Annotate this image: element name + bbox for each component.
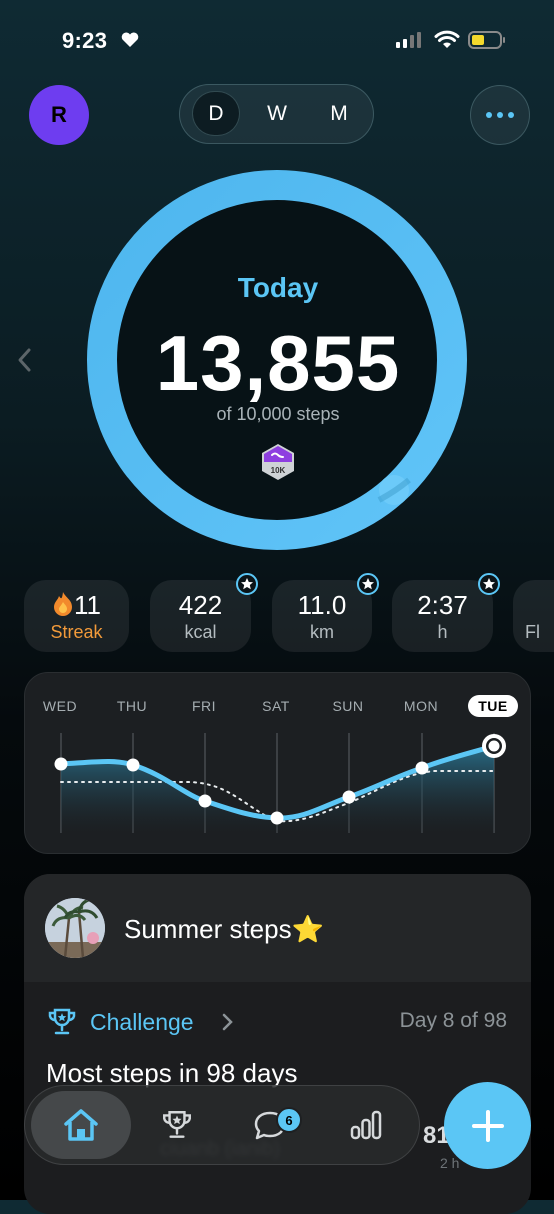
challenge-link[interactable]: Challenge	[90, 1009, 194, 1036]
point-wed	[54, 757, 68, 771]
duration-label: h	[437, 622, 448, 642]
chevron-right-icon	[222, 1013, 233, 1031]
streak-pill[interactable]: 11 Streak	[24, 580, 129, 652]
goal-badge-icon[interactable]: 10K	[258, 442, 298, 482]
point-sun	[342, 790, 356, 804]
day-label-thu[interactable]: THU	[107, 698, 157, 714]
day-label-wed[interactable]: WED	[35, 698, 85, 714]
day-label-tue[interactable]: TUE	[468, 695, 518, 717]
plus-icon	[471, 1109, 504, 1142]
participant-sub-partial: 2 h	[440, 1155, 460, 1171]
step-count: 13,855	[155, 319, 401, 407]
distance-label: km	[310, 622, 334, 642]
bar-chart-icon	[350, 1110, 382, 1140]
period-month-button[interactable]: M	[315, 91, 363, 136]
nav-stats-button[interactable]	[321, 1086, 411, 1164]
heart-icon	[121, 32, 139, 47]
point-mon	[415, 761, 429, 775]
battery-icon	[468, 31, 505, 49]
challenge-group-title: Summer steps⭐	[124, 914, 324, 944]
period-day-button[interactable]: D	[192, 91, 240, 136]
badge-label: 10K	[271, 466, 286, 475]
trophy-icon	[48, 1008, 76, 1035]
period-week-button[interactable]: W	[253, 91, 301, 136]
signal-icon	[396, 32, 421, 48]
challenge-card-header[interactable]: Summer steps⭐	[24, 874, 531, 982]
star-badge-icon	[478, 573, 500, 595]
nav-home-button[interactable]	[31, 1086, 131, 1164]
day-label-mon[interactable]: MON	[396, 698, 446, 714]
wifi-icon	[434, 30, 460, 48]
day-label-fri[interactable]: FRI	[179, 698, 229, 714]
nav-messages-button[interactable]	[225, 1086, 315, 1164]
home-icon	[64, 1109, 98, 1141]
period-label: Today	[237, 272, 319, 303]
star-badge-icon	[236, 573, 258, 595]
status-time: 9:23	[62, 28, 108, 53]
step-goal: of 10,000 steps	[216, 404, 340, 424]
streak-value: 11	[24, 590, 129, 621]
trophy-icon	[163, 1111, 191, 1138]
profile-avatar[interactable]: R	[29, 85, 89, 145]
point-fri	[198, 794, 212, 808]
star-badge-icon	[357, 573, 379, 595]
avatar-initial: R	[51, 102, 67, 127]
day-label-sun[interactable]: SUN	[323, 698, 373, 714]
streak-label: Streak	[50, 622, 103, 642]
more-options-button[interactable]	[470, 85, 530, 145]
challenge-day-progress: Day 8 of 98	[399, 1009, 507, 1032]
messages-badge: 6	[276, 1107, 302, 1133]
day-label-sat[interactable]: SAT	[251, 698, 301, 714]
duration-pill[interactable]: 2:37 h	[392, 573, 500, 652]
nav-challenges-button[interactable]	[135, 1086, 219, 1164]
point-sat	[270, 811, 284, 825]
fire-icon	[54, 592, 72, 616]
calories-pill[interactable]: 422 kcal	[150, 573, 258, 652]
challenge-image	[45, 898, 105, 958]
point-thu	[126, 758, 140, 772]
period-selector: D W M	[179, 84, 374, 144]
previous-day-arrow-icon[interactable]	[15, 346, 35, 374]
calories-label: kcal	[184, 622, 217, 642]
floors-pill[interactable]: Fl	[513, 580, 554, 652]
distance-pill[interactable]: 11.0 km	[272, 573, 379, 652]
floors-label: Fl	[525, 622, 540, 642]
bottom-navigation	[24, 1085, 420, 1165]
add-button[interactable]	[444, 1082, 531, 1169]
